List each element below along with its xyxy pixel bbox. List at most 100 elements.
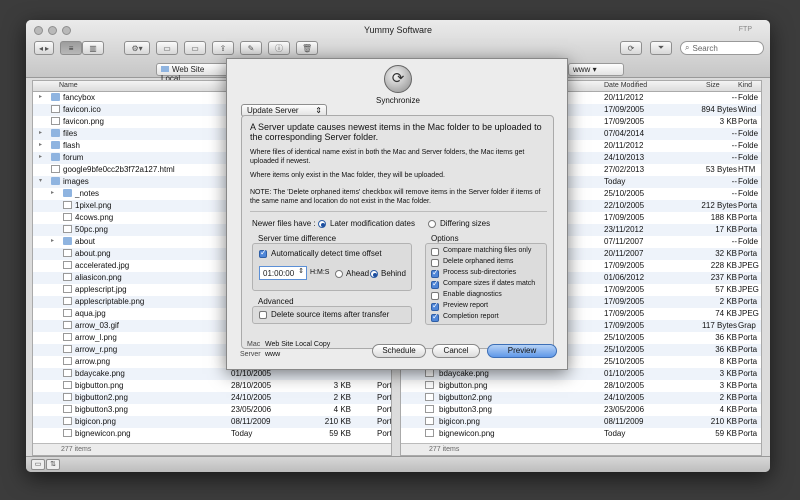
right-path-popup[interactable]: www ▾: [568, 63, 624, 76]
option-checkbox[interactable]: [431, 312, 439, 322]
file-kind: Porta: [738, 273, 758, 282]
file-name: applescript.jpg: [75, 285, 127, 294]
option-checkbox[interactable]: [431, 259, 439, 267]
disclosure-closed-icon[interactable]: ▸: [51, 237, 54, 244]
file-size: 36 KB: [715, 333, 737, 342]
left-path-popup[interactable]: Web Site Local: [156, 63, 230, 83]
disclosure-closed-icon[interactable]: ▸: [39, 93, 42, 100]
ahead-radio[interactable]: [335, 270, 343, 278]
table-row[interactable]: bigbutton.png28/10/20053 KBPorta: [401, 380, 761, 392]
cancel-button[interactable]: Cancel: [432, 344, 480, 358]
file-kind: Folde: [738, 93, 759, 102]
size-column-header[interactable]: Size: [706, 82, 720, 89]
forward-icon[interactable]: ▸: [45, 44, 49, 53]
file-size: --: [731, 237, 737, 246]
option-checkbox[interactable]: [431, 248, 439, 256]
file-icon: [51, 105, 60, 113]
file-size: 3 KB: [719, 381, 737, 390]
date-modified: 28/10/2005: [231, 381, 272, 390]
toggle-panes-button[interactable]: ▭: [31, 459, 45, 470]
action-menu-button[interactable]: ⚙▾: [124, 41, 151, 55]
date-modified: 24/10/2005: [231, 393, 272, 402]
option-checkbox[interactable]: [431, 292, 439, 300]
right-item-count: 277 items: [429, 446, 460, 453]
file-name: bigbutton2.png: [75, 393, 128, 402]
column-view-icon: ▥: [89, 43, 97, 53]
name-column-header[interactable]: Name: [59, 82, 78, 89]
file-name: images: [63, 177, 89, 186]
table-row[interactable]: bigicon.png08/11/2009210 KBPorta: [33, 416, 391, 428]
file-size: 237 KB: [710, 273, 737, 282]
file-name: arrow_l.png: [75, 333, 117, 342]
file-size: 3 KB: [719, 117, 737, 126]
table-row[interactable]: bigbutton2.png24/10/20052 KBPorta: [401, 392, 761, 404]
list-view-icon: ≡: [68, 43, 74, 53]
disclosure-closed-icon[interactable]: ▸: [39, 141, 42, 148]
view-mode-column-button[interactable]: ▥: [82, 41, 105, 55]
option-checkbox[interactable]: [431, 268, 439, 278]
file-size: 3 KB: [333, 381, 351, 390]
later-dates-radio[interactable]: [318, 220, 326, 228]
date-modified: 17/09/2005: [604, 309, 645, 318]
preview-button[interactable]: Preview: [487, 344, 557, 358]
trash-button[interactable]: 🗑: [296, 41, 319, 55]
date-modified: 08/11/2009: [231, 417, 271, 426]
stepper-icon[interactable]: ⇕: [298, 267, 304, 275]
option-checkbox[interactable]: [431, 301, 439, 311]
refresh-button[interactable]: ⟳: [620, 41, 642, 55]
server-folder-value: www: [265, 351, 281, 358]
options-group: Compare matching files only Delete orphan…: [425, 243, 547, 325]
table-row[interactable]: bigbutton3.png23/05/20064 KBPorta: [33, 404, 391, 416]
time-difference-label: Server time difference: [258, 234, 337, 243]
swap-panes-button[interactable]: ⇅: [46, 459, 60, 470]
file-kind: JPEG: [738, 309, 759, 318]
upload-button[interactable]: ⇪: [212, 41, 235, 55]
table-row[interactable]: bigbutton.png28/10/20053 KBPorta: [33, 380, 391, 392]
new-file-button[interactable]: ▭: [184, 41, 207, 55]
delete-source-checkbox[interactable]: [259, 311, 267, 319]
description-para-1: Where files of identical name exist in b…: [250, 149, 525, 165]
differing-sizes-radio[interactable]: [428, 220, 436, 228]
mac-label: Mac: [247, 341, 261, 348]
file-name: 1pixel.png: [75, 201, 112, 210]
file-icon: [63, 309, 72, 317]
file-icon: [63, 369, 72, 377]
folder-icon: [51, 177, 60, 185]
time-offset-field[interactable]: 01:00:00 ⇕: [259, 266, 307, 280]
table-row[interactable]: bigbutton3.png23/05/20064 KBPorta: [401, 404, 761, 416]
date-modified: Today: [231, 429, 253, 438]
table-row[interactable]: bignewicon.pngToday59 KBPorta: [401, 428, 761, 440]
auto-detect-label: Automatically detect time offset: [271, 249, 382, 258]
option-label: Process sub-directories: [443, 269, 517, 276]
edit-button[interactable]: ✎: [240, 41, 263, 55]
disclosure-closed-icon[interactable]: ▸: [39, 129, 42, 136]
auto-detect-checkbox[interactable]: [259, 248, 267, 258]
file-kind: Porta: [738, 201, 758, 210]
schedule-button[interactable]: Schedule: [372, 344, 426, 358]
file-kind: Porta: [738, 333, 758, 342]
search-placeholder: Search: [692, 43, 718, 53]
view-mode-list-button[interactable]: ≡: [60, 41, 83, 55]
disclosure-closed-icon[interactable]: ▸: [39, 153, 42, 160]
behind-radio[interactable]: [370, 270, 378, 278]
date-modified-column-header[interactable]: Date Modified: [604, 82, 647, 89]
search-field[interactable]: ⌕ Search: [680, 41, 764, 55]
disclosure-open-icon[interactable]: ▾: [39, 177, 42, 184]
table-row[interactable]: bignewicon.pngToday59 KBPorta: [33, 428, 391, 440]
info-button[interactable]: ⓘ: [268, 41, 291, 55]
refresh-icon: ⟳: [627, 43, 635, 53]
file-size: --: [731, 153, 737, 162]
new-folder-button[interactable]: ▭: [156, 41, 179, 55]
date-modified: 17/09/2005: [604, 261, 645, 270]
disclosure-closed-icon[interactable]: ▸: [51, 189, 54, 196]
file-icon: [51, 117, 60, 125]
option-checkbox[interactable]: [431, 279, 439, 289]
table-row[interactable]: bigicon.png08/11/2009210 KBPorta: [401, 416, 761, 428]
advanced-group: Delete source items after transfer: [252, 306, 412, 324]
filter-button[interactable]: ⏷: [650, 41, 672, 55]
table-row[interactable]: bigbutton2.png24/10/20052 KBPorta: [33, 392, 391, 404]
kind-column-header[interactable]: Kind: [738, 82, 752, 89]
file-icon: [63, 393, 72, 401]
back-icon[interactable]: ◂: [39, 44, 43, 53]
file-icon: [51, 165, 60, 173]
